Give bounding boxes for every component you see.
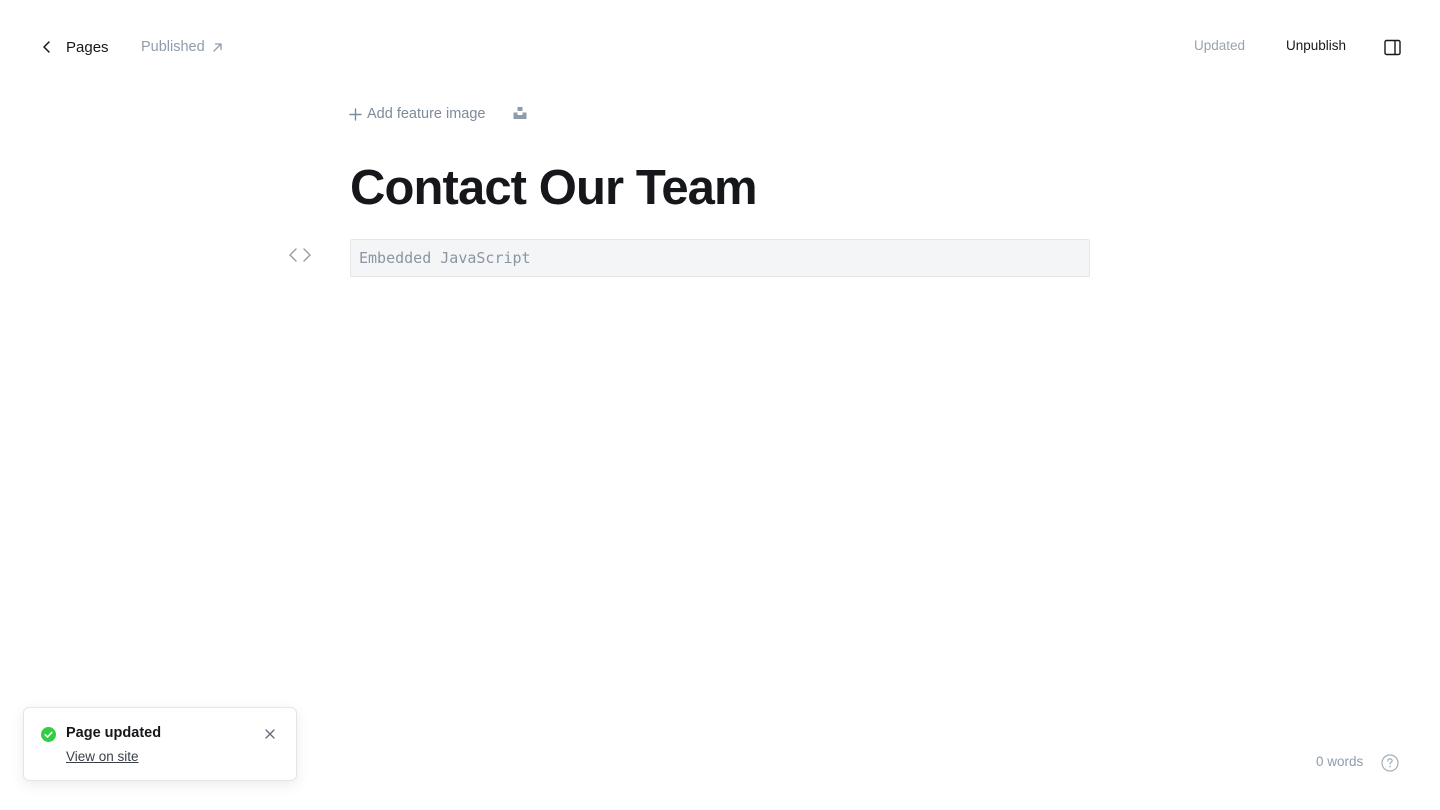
- editor-header: Pages Published Updated Unpublish: [0, 0, 1440, 94]
- published-status-link[interactable]: Published: [141, 36, 224, 58]
- feature-image-label: Add feature image: [367, 106, 486, 122]
- toast-title: Page updated: [66, 725, 162, 741]
- close-icon[interactable]: [264, 728, 276, 740]
- save-status: Updated: [1194, 38, 1246, 53]
- unsplash-icon[interactable]: [512, 105, 528, 121]
- back-to-pages-link[interactable]: Pages: [40, 36, 109, 58]
- notification-toast: Page updated View on site: [23, 707, 297, 781]
- check-circle-icon: [41, 727, 56, 742]
- code-icon[interactable]: [288, 246, 312, 264]
- plus-icon: [349, 107, 362, 121]
- html-embed-card[interactable]: Embedded JavaScript: [350, 239, 1090, 277]
- arrow-up-right-icon: [213, 42, 222, 52]
- add-feature-image-button[interactable]: Add feature image: [349, 103, 486, 125]
- unpublish-button[interactable]: Unpublish: [1286, 38, 1346, 53]
- chevron-left-icon: [43, 41, 50, 53]
- page-title[interactable]: Contact Our Team: [350, 158, 1090, 218]
- back-link-label: Pages: [66, 38, 109, 56]
- view-on-site-link[interactable]: View on site: [66, 749, 139, 764]
- sidebar-toggle-icon[interactable]: [1384, 39, 1401, 56]
- embed-placeholder: Embedded JavaScript: [359, 249, 531, 267]
- word-count: 0 words: [1316, 754, 1364, 769]
- help-icon[interactable]: [1381, 754, 1399, 772]
- status-label: Published: [141, 39, 205, 55]
